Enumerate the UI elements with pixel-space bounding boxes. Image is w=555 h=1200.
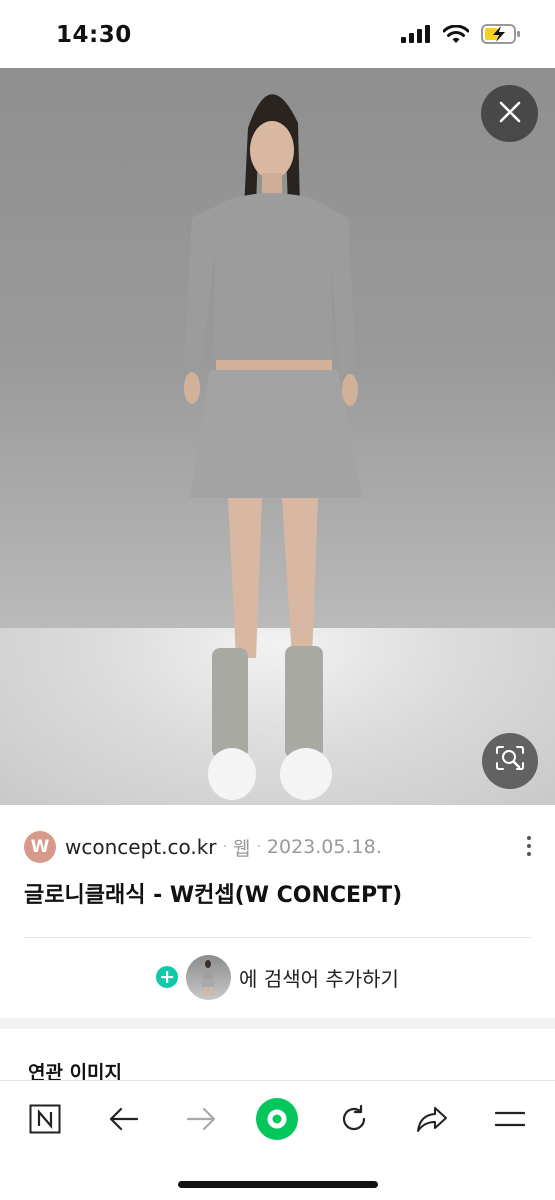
product-photo[interactable] (0, 68, 555, 805)
back-button[interactable] (100, 1097, 148, 1145)
refresh-button[interactable] (330, 1097, 378, 1145)
status-icons (401, 24, 521, 48)
add-search-term-label: 에 검색어 추가하기 (239, 966, 399, 991)
forward-button[interactable] (177, 1097, 225, 1145)
related-images-title: 연관 이미지 (28, 1062, 123, 1080)
green-dot-icon (255, 1097, 299, 1145)
home-indicator (178, 1181, 378, 1188)
close-icon (499, 101, 521, 127)
wifi-icon (442, 24, 470, 48)
menu-icon (494, 1109, 526, 1133)
menu-button[interactable] (486, 1097, 534, 1145)
plus-icon: + (156, 966, 179, 988)
source-row[interactable]: W wconcept.co.kr · 웹 · 2023.05.18. (24, 830, 382, 864)
status-time: 14:30 (56, 22, 132, 48)
naver-home-button[interactable] (21, 1097, 69, 1145)
bottom-nav-bar (0, 1080, 555, 1200)
back-arrow-icon (109, 1107, 139, 1135)
forward-arrow-icon (186, 1107, 216, 1135)
section-gap (0, 1018, 555, 1029)
separator-dot: · (222, 839, 227, 855)
source-date: 2023.05.18. (266, 836, 382, 858)
source-domain[interactable]: wconcept.co.kr (65, 835, 217, 859)
source-logo[interactable]: W (24, 831, 56, 863)
search-thumbnail (186, 954, 232, 1000)
share-icon (416, 1105, 448, 1137)
green-dot-button[interactable] (253, 1097, 301, 1145)
model-figure (184, 94, 362, 800)
refresh-icon (339, 1104, 369, 1138)
close-button[interactable] (481, 85, 538, 142)
add-search-term-button[interactable]: + 에 검색어 추가하기 (0, 953, 555, 1001)
result-title[interactable]: 글로니클래식 - W컨셉(W CONCEPT) (24, 877, 402, 909)
battery-charging-icon (481, 24, 521, 48)
share-button[interactable] (408, 1097, 456, 1145)
status-bar: 14:30 (0, 0, 555, 68)
naver-home-icon (29, 1104, 61, 1138)
signal-icon (401, 25, 431, 47)
source-type: 웹 (232, 837, 251, 860)
divider (24, 937, 531, 938)
more-vertical-icon[interactable] (520, 832, 538, 860)
image-search-button[interactable] (482, 733, 538, 789)
image-search-icon (495, 745, 525, 777)
separator-dot: · (256, 839, 261, 855)
